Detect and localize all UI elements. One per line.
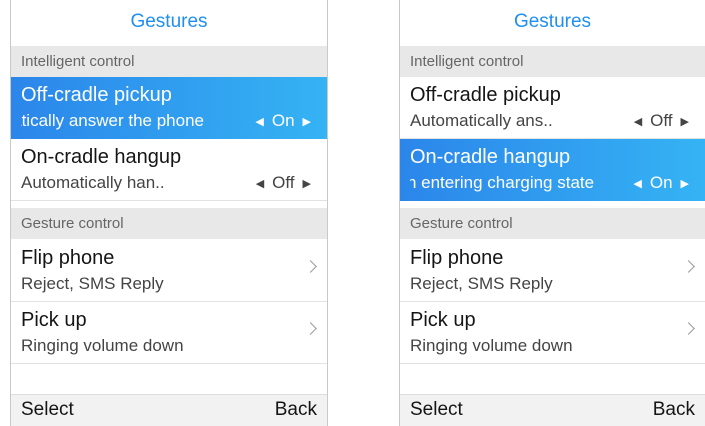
select-softkey[interactable]: Select <box>21 399 74 421</box>
value-switcher[interactable]: ◀ On ▶ <box>249 111 317 131</box>
right-arrow-icon[interactable]: ▶ <box>297 177 317 190</box>
setting-title: On-cradle hangup <box>410 146 571 168</box>
page-title-bar: Gestures <box>400 0 705 44</box>
section-header-gesture-control: Gesture control <box>11 208 327 239</box>
right-arrow-icon[interactable]: ▶ <box>675 177 695 190</box>
section-header-label: Intelligent control <box>21 53 135 70</box>
chevron-right-icon <box>682 322 695 335</box>
setting-subtitle: Automatically answer the phone <box>21 111 239 131</box>
back-softkey[interactable]: Back <box>653 399 695 421</box>
setting-title: Off-cradle pickup <box>21 84 172 106</box>
left-arrow-icon[interactable]: ◀ <box>250 177 270 190</box>
value-switcher[interactable]: ◀ On ▶ <box>627 173 695 193</box>
setting-subtitle: Reject, SMS Reply <box>21 274 164 293</box>
value-switcher[interactable]: ◀ Off ▶ <box>628 111 695 131</box>
stage: Gestures Intelligent control Off-cradle … <box>0 0 705 426</box>
left-arrow-icon[interactable]: ◀ <box>249 115 269 128</box>
switch-value: On <box>649 173 673 192</box>
page-title: Gestures <box>513 11 592 32</box>
setting-title: Flip phone <box>410 247 504 269</box>
setting-subtitle: Ringing volume down <box>21 336 184 355</box>
page-title: Gestures <box>130 11 208 32</box>
section-header-gesture-control: Gesture control <box>400 208 705 239</box>
setting-title: On-cradle hangup <box>21 146 182 168</box>
chevron-right-icon <box>304 260 317 273</box>
chevron-right-icon <box>304 322 317 335</box>
setting-subtitle-text: Automatically answer the phone <box>21 111 204 130</box>
setting-row-on-cradle-hangup[interactable]: On-cradle hangup Automatically han.. ◀ O… <box>11 139 327 201</box>
section-header-intelligent-control: Intelligent control <box>11 46 327 77</box>
switch-value: Off <box>272 173 295 192</box>
setting-row-off-cradle-pickup[interactable]: Off-cradle pickup Automatically answer t… <box>11 77 327 139</box>
setting-row-pick-up[interactable]: Pick up Ringing volume down <box>11 302 327 364</box>
setting-title: Flip phone <box>21 247 115 269</box>
switch-value: Off <box>650 111 673 130</box>
back-softkey[interactable]: Back <box>275 399 317 421</box>
right-arrow-icon[interactable]: ▶ <box>297 115 317 128</box>
value-switcher[interactable]: ◀ Off ▶ <box>250 173 317 193</box>
section-header-intelligent-control: Intelligent control <box>400 46 705 77</box>
setting-title: Pick up <box>410 309 476 331</box>
phone-screen-left: Gestures Intelligent control Off-cradle … <box>10 0 328 426</box>
section-header-label: Gesture control <box>410 215 513 232</box>
setting-row-on-cradle-hangup[interactable]: On-cradle hangup When entering charging … <box>400 139 705 201</box>
setting-row-pick-up[interactable]: Pick up Ringing volume down <box>400 302 705 364</box>
setting-row-off-cradle-pickup[interactable]: Off-cradle pickup Automatically ans.. ◀ … <box>400 77 705 139</box>
setting-subtitle: When entering charging state <box>410 173 613 193</box>
right-arrow-icon[interactable]: ▶ <box>675 115 695 128</box>
softkey-bar: Select Back <box>400 394 705 426</box>
chevron-right-icon <box>682 260 695 273</box>
section-header-label: Gesture control <box>21 215 124 232</box>
page-title-bar: Gestures <box>11 0 327 44</box>
phone-screen-right: Gestures Intelligent control Off-cradle … <box>399 0 705 426</box>
setting-row-flip-phone[interactable]: Flip phone Reject, SMS Reply <box>400 240 705 302</box>
left-arrow-icon[interactable]: ◀ <box>628 115 648 128</box>
left-arrow-icon[interactable]: ◀ <box>627 177 647 190</box>
setting-row-flip-phone[interactable]: Flip phone Reject, SMS Reply <box>11 240 327 302</box>
softkey-bar: Select Back <box>11 394 327 426</box>
setting-subtitle-text: When entering charging state <box>410 173 595 192</box>
setting-title: Off-cradle pickup <box>410 84 561 106</box>
setting-title: Pick up <box>21 309 87 331</box>
section-header-label: Intelligent control <box>410 53 524 70</box>
setting-subtitle: Automatically ans.. <box>410 111 553 130</box>
setting-subtitle: Reject, SMS Reply <box>410 274 553 293</box>
setting-subtitle: Automatically han.. <box>21 173 165 192</box>
select-softkey[interactable]: Select <box>410 399 463 421</box>
switch-value: On <box>271 111 295 130</box>
setting-subtitle: Ringing volume down <box>410 336 573 355</box>
